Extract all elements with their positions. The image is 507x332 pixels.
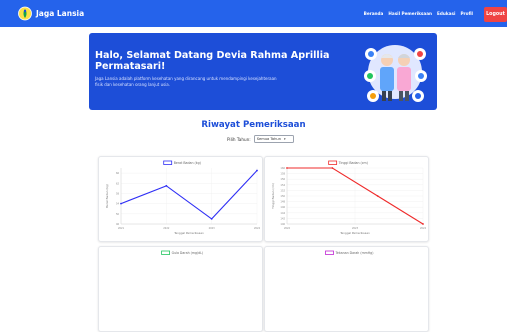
year-filter: Pilih Tahun: Semua Tahun ▾ bbox=[227, 135, 294, 143]
data-point bbox=[256, 169, 258, 172]
year-select[interactable]: Semua Tahun ▾ bbox=[253, 135, 294, 143]
x-tick-label: 2023 bbox=[352, 227, 359, 230]
y-tick-label: 46 bbox=[116, 223, 120, 226]
data-point bbox=[376, 195, 379, 197]
year-select-value: Semua Tahun bbox=[256, 137, 281, 141]
x-axis-title: Tanggal Pemeriksaan bbox=[173, 231, 204, 235]
legend-swatch bbox=[325, 250, 334, 255]
chart-card-weight: Berat Badan (kg) 46 50 54 58 62 66 2021 2022 2023… bbox=[98, 156, 263, 242]
y-tick-label: 150 bbox=[280, 195, 285, 198]
y-tick-label: 62 bbox=[116, 182, 120, 185]
brand[interactable]: Jaga Lansia bbox=[18, 6, 84, 21]
chart-card-blood-pressure: Tekanan Darah (mmHg) bbox=[264, 246, 429, 332]
logo-icon bbox=[18, 6, 32, 21]
y-tick-label: 156 bbox=[280, 178, 285, 181]
chevron-down-icon: ▾ bbox=[283, 137, 286, 141]
y-tick-label: 142 bbox=[280, 217, 285, 220]
welcome-title: Halo, Selamat Datang Devia Rahma Aprilli… bbox=[95, 50, 330, 72]
y-axis-title: Tinggi Badan (cm) bbox=[271, 183, 275, 210]
chart-card-blood-sugar: Gula Darah (mg/dL) bbox=[98, 246, 263, 332]
logout-button[interactable]: Logout bbox=[484, 7, 507, 22]
y-tick-label: 160 bbox=[280, 167, 285, 170]
y-tick-label: 66 bbox=[116, 172, 120, 175]
welcome-banner: Halo, Selamat Datang Devia Rahma Aprilli… bbox=[89, 33, 437, 110]
x-axis-title: Tanggal Pemeriksaan bbox=[339, 231, 370, 235]
brand-name: Jaga Lansia bbox=[36, 9, 85, 18]
y-tick-label: 50 bbox=[116, 213, 120, 216]
legend-label: Tekanan Darah (mmHg) bbox=[335, 251, 374, 255]
y-tick-label: 54 bbox=[116, 203, 120, 206]
y-tick-label: 154 bbox=[280, 184, 285, 187]
legend-swatch bbox=[328, 160, 338, 165]
legend-label: Gula Darah (mg/dL) bbox=[172, 251, 204, 255]
nav-item-edukasi[interactable]: Edukasi bbox=[437, 11, 455, 16]
data-point bbox=[422, 223, 424, 225]
weight-chart: Berat Badan (kg) 46 50 54 58 62 66 2021 2022 2023… bbox=[105, 160, 261, 235]
x-tick-label: 2024 bbox=[420, 227, 427, 230]
y-tick-label: 158 bbox=[280, 173, 285, 176]
elderly-couple-illustration bbox=[364, 45, 427, 102]
y-tick-label: 144 bbox=[280, 212, 285, 215]
legend-swatch bbox=[163, 160, 173, 165]
x-tick-label: 2022 bbox=[163, 227, 170, 230]
y-tick-label: 140 bbox=[280, 223, 285, 226]
data-point bbox=[210, 218, 213, 220]
x-tick-label: 2024 bbox=[254, 227, 261, 230]
nav-links: Beranda Hasil Pemeriksaan Edukasi Profil bbox=[364, 11, 473, 16]
chart-card-height: Tinggi Badan (cm) 140 142 144 146 148 150 152 15… bbox=[264, 156, 429, 242]
series-line bbox=[120, 170, 258, 220]
legend-label: Tinggi Badan (cm) bbox=[338, 161, 368, 165]
y-tick-label: 152 bbox=[280, 189, 285, 192]
nav-item-hasil-pemeriksaan[interactable]: Hasil Pemeriksaan bbox=[388, 11, 432, 16]
data-point bbox=[286, 167, 288, 169]
welcome-description: Jaga Lansia adalah platform kesehatan ya… bbox=[95, 76, 277, 87]
legend-label: Berat Badan (kg) bbox=[174, 161, 201, 165]
x-tick-label: 2022 bbox=[284, 227, 291, 230]
data-point bbox=[120, 202, 122, 205]
x-tick-label: 2021 bbox=[118, 227, 125, 230]
x-tick-label: 2023 bbox=[209, 227, 216, 230]
year-filter-label: Pilih Tahun: bbox=[227, 136, 251, 142]
data-point bbox=[331, 167, 334, 169]
nav-item-profil[interactable]: Profil bbox=[460, 11, 473, 16]
y-axis-title: Berat Badan (kg) bbox=[105, 184, 109, 208]
y-tick-label: 148 bbox=[280, 201, 285, 204]
y-tick-label: 146 bbox=[280, 206, 285, 209]
height-chart: Tinggi Badan (cm) 140 142 144 146 148 150 152 15… bbox=[271, 160, 427, 235]
top-navbar: Jaga Lansia Beranda Hasil Pemeriksaan Ed… bbox=[0, 0, 507, 27]
data-point bbox=[165, 184, 168, 187]
y-tick-label: 58 bbox=[116, 192, 120, 195]
history-heading: Riwayat Pemeriksaan bbox=[201, 120, 306, 130]
legend-swatch bbox=[161, 250, 170, 255]
nav-item-beranda[interactable]: Beranda bbox=[364, 11, 384, 16]
